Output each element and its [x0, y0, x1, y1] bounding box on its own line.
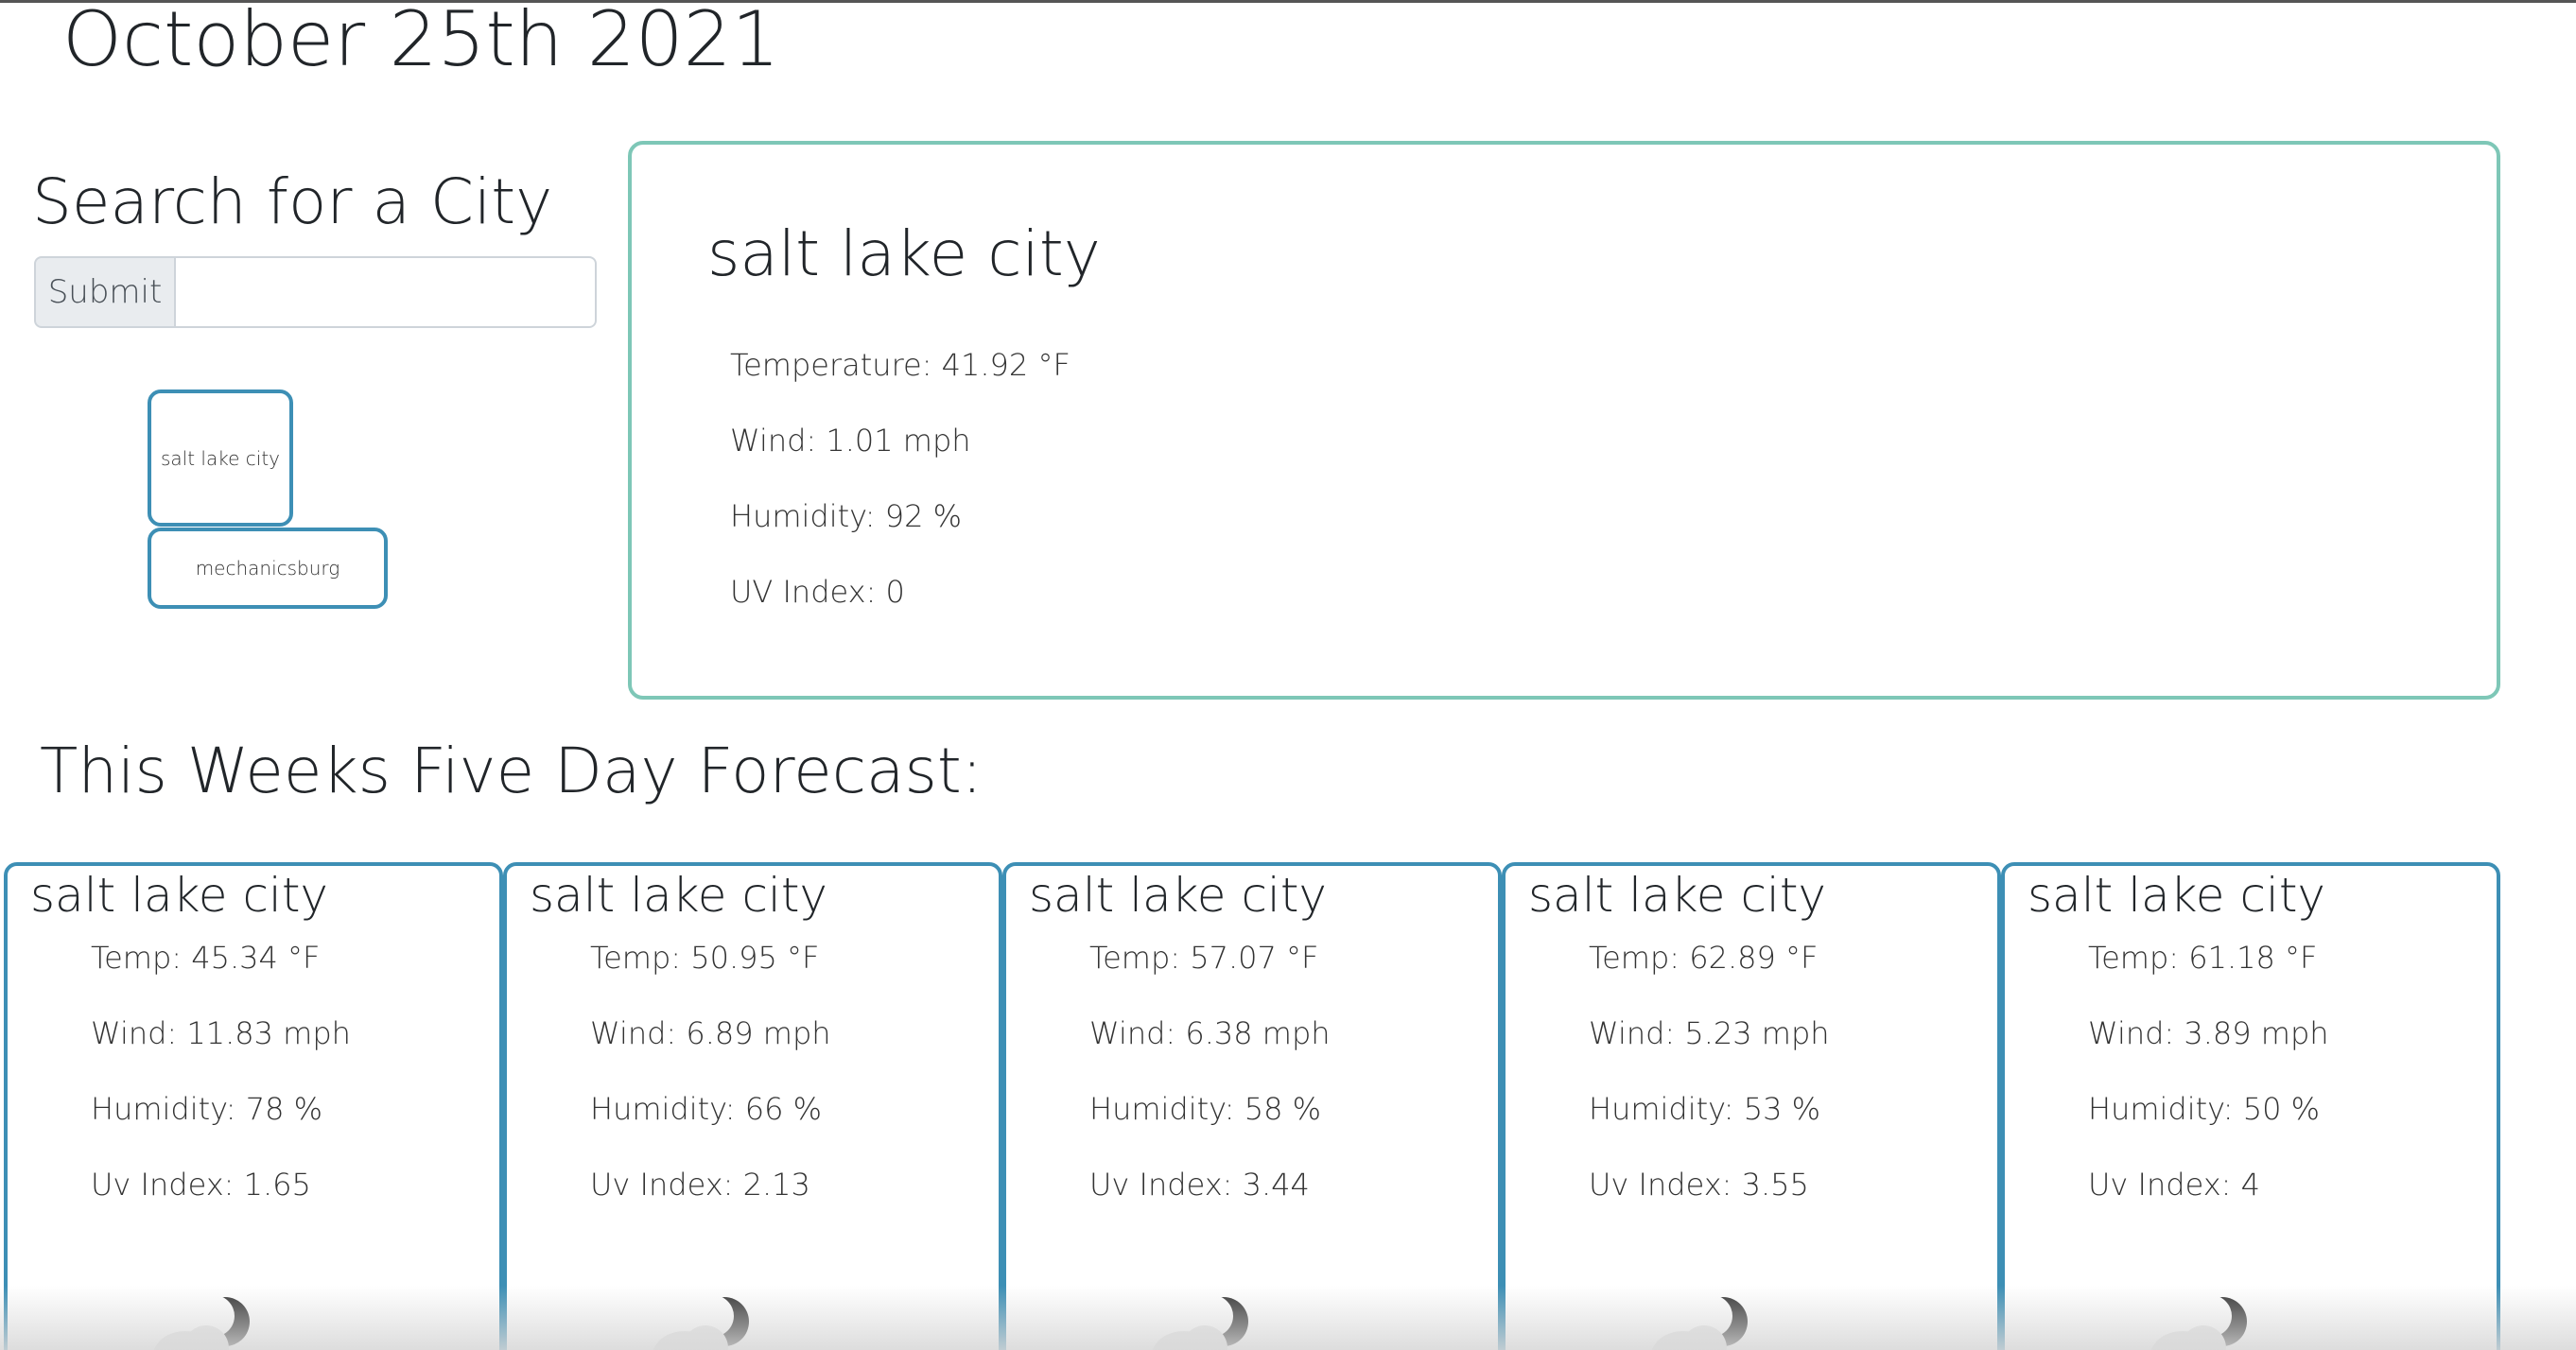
forecast-uv-index: Uv Index: 3.44	[1089, 1167, 1310, 1203]
forecast-card: salt lake city Temp: 62.89 °F Wind: 5.23…	[1502, 862, 2001, 1350]
cloud-moon-icon	[153, 1295, 250, 1350]
forecast-uv-index: Uv Index: 4	[2088, 1167, 2260, 1203]
forecast-temp: Temp: 61.18 °F	[2088, 940, 2318, 976]
current-date: October 25th 2021	[62, 0, 780, 83]
history-button-salt-lake-city[interactable]: salt lake city	[148, 389, 293, 527]
forecast-city: salt lake city	[530, 868, 828, 923]
forecast-card: salt lake city Temp: 57.07 °F Wind: 6.38…	[1002, 862, 1502, 1350]
forecast-wind: Wind: 6.38 mph	[1089, 1015, 1331, 1051]
current-temperature: Temperature: 41.92 °F	[730, 347, 1070, 383]
cloud-moon-icon	[1651, 1295, 1748, 1350]
forecast-humidity: Humidity: 58 %	[1089, 1091, 1322, 1127]
submit-button[interactable]: Submit	[34, 256, 176, 328]
forecast-card: salt lake city Temp: 50.95 °F Wind: 6.89…	[503, 862, 1002, 1350]
current-wind: Wind: 1.01 mph	[730, 423, 971, 459]
city-search-input[interactable]	[176, 256, 597, 328]
forecast-wind: Wind: 3.89 mph	[2088, 1015, 2329, 1051]
current-weather-card: salt lake city Temperature: 41.92 °F Win…	[628, 141, 2500, 700]
cloud-moon-icon	[653, 1295, 749, 1350]
forecast-city: salt lake city	[2028, 868, 2326, 923]
weather-dashboard: October 25th 2021 Search for a City Subm…	[0, 0, 2576, 1350]
current-city-name: salt lake city	[707, 217, 1101, 290]
forecast-heading: This Weeks Five Day Forecast:	[40, 735, 983, 807]
current-uv-index: UV Index: 0	[730, 574, 905, 610]
current-humidity: Humidity: 92 %	[730, 498, 963, 534]
forecast-card: salt lake city Temp: 45.34 °F Wind: 11.8…	[4, 862, 503, 1350]
forecast-city: salt lake city	[1029, 868, 1328, 923]
cloud-moon-icon	[1152, 1295, 1248, 1350]
history-button-mechanicsburg[interactable]: mechanicsburg	[148, 528, 388, 609]
forecast-uv-index: Uv Index: 2.13	[590, 1167, 810, 1203]
forecast-humidity: Humidity: 53 %	[1589, 1091, 1821, 1127]
forecast-humidity: Humidity: 50 %	[2088, 1091, 2321, 1127]
forecast-temp: Temp: 62.89 °F	[1589, 940, 1819, 976]
forecast-temp: Temp: 45.34 °F	[91, 940, 321, 976]
forecast-temp: Temp: 50.95 °F	[590, 940, 820, 976]
forecast-wind: Wind: 5.23 mph	[1589, 1015, 1830, 1051]
cloud-moon-icon	[2150, 1295, 2247, 1350]
forecast-card: salt lake city Temp: 61.18 °F Wind: 3.89…	[2001, 862, 2500, 1350]
forecast-wind: Wind: 11.83 mph	[91, 1015, 351, 1051]
forecast-temp: Temp: 57.07 °F	[1089, 940, 1319, 976]
search-heading: Search for a City	[32, 165, 553, 238]
forecast-humidity: Humidity: 78 %	[91, 1091, 323, 1127]
forecast-humidity: Humidity: 66 %	[590, 1091, 823, 1127]
forecast-wind: Wind: 6.89 mph	[590, 1015, 831, 1051]
forecast-uv-index: Uv Index: 3.55	[1589, 1167, 1809, 1203]
search-form: Submit	[34, 256, 597, 328]
forecast-uv-index: Uv Index: 1.65	[91, 1167, 311, 1203]
forecast-city: salt lake city	[30, 868, 329, 923]
forecast-city: salt lake city	[1528, 868, 1827, 923]
